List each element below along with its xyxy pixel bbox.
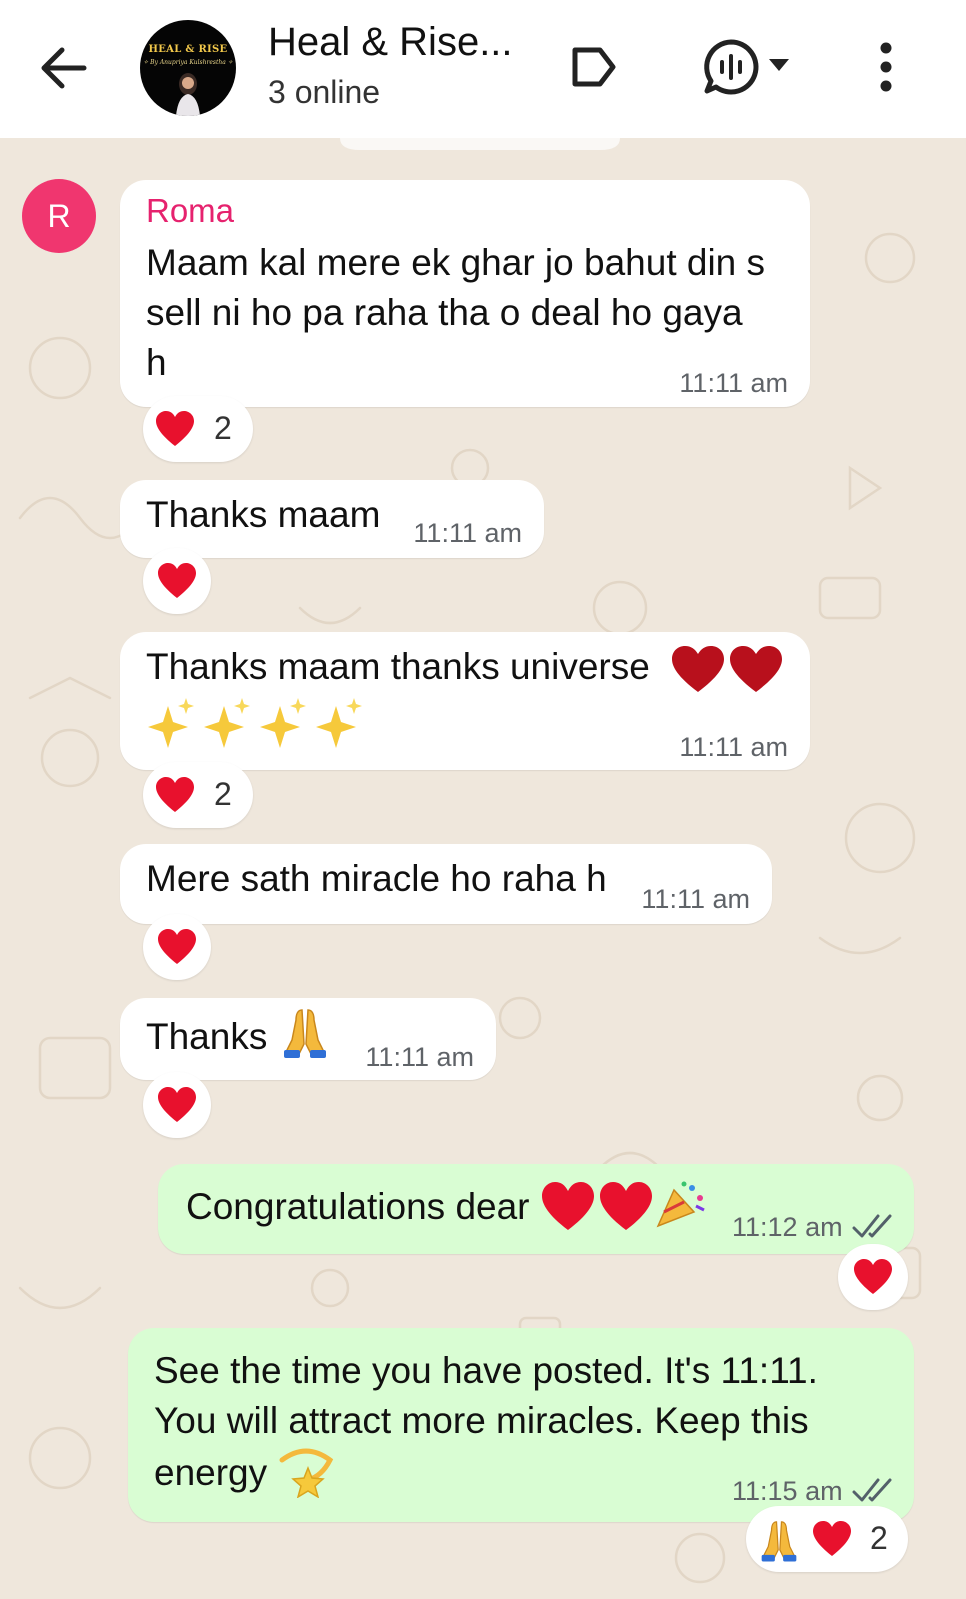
sender-avatar[interactable]: R (22, 179, 96, 253)
avatar-brand-text: HEAL & RISE (148, 44, 228, 55)
message-bubble[interactable]: Thanks maam thanks universe 11:11 am (120, 632, 810, 770)
folded-hands-emoji (761, 1521, 797, 1562)
heart-icon (158, 563, 196, 598)
dizzy-star-emoji (279, 1448, 334, 1498)
message-line: h (146, 342, 167, 383)
message-line: You will attract more miracles. Keep thi… (154, 1400, 809, 1441)
sender-name[interactable]: Roma (146, 192, 234, 230)
message-time: 11:11 am (679, 732, 788, 762)
back-arrow-icon[interactable] (34, 38, 94, 98)
double-check-icon (852, 1214, 892, 1238)
message-time: 11:11 am (679, 368, 788, 398)
message-text: Thanks (146, 1016, 268, 1057)
reaction-badge[interactable] (143, 1072, 211, 1138)
message-text: Thanks maam thanks universe (146, 646, 650, 687)
group-avatar[interactable]: HEAL & RISE ✧ By Anupriya Kulshrestha ✧ (140, 20, 236, 116)
reaction-badge[interactable]: 2 (143, 762, 253, 828)
heart-icon (156, 777, 194, 812)
message-time: 11:12 am (732, 1212, 843, 1242)
message-text: Mere sath miracle ho raha h (146, 858, 607, 899)
double-check-icon (852, 1478, 892, 1502)
heart-icon (158, 929, 196, 964)
heart-icon (156, 411, 194, 446)
message-bubble[interactable]: Thanks maam 11:11 am (120, 480, 544, 558)
message-text: Thanks maam (146, 494, 381, 535)
message-line: See the time you have posted. It's 11:11… (154, 1350, 818, 1391)
reaction-count: 2 (214, 410, 232, 446)
folded-hands-emoji (284, 1009, 326, 1058)
reaction-count: 2 (870, 1520, 888, 1556)
message-bubble[interactable]: Mere sath miracle ho raha h 11:11 am (120, 844, 772, 924)
more-vert-icon[interactable] (876, 42, 896, 92)
online-status: 3 online (268, 74, 381, 110)
person-silhouette-icon (176, 73, 200, 116)
avatar-tagline-text: ✧ By Anupriya Kulshrestha ✧ (143, 59, 233, 66)
reaction-badge[interactable] (838, 1244, 908, 1310)
reaction-count: 2 (214, 776, 232, 812)
message-line: Maam kal mere ek ghar jo bahut din s (146, 242, 766, 283)
dark-heart-emojis (672, 646, 782, 692)
reaction-badge[interactable]: 2 (143, 396, 253, 462)
hearts-and-party-emojis (542, 1181, 705, 1230)
message-bubble[interactable]: Thanks 11:11 am (120, 998, 496, 1080)
heart-icon (854, 1259, 892, 1294)
group-title[interactable]: Heal & Rise... (268, 20, 513, 65)
reaction-badge[interactable]: 2 (746, 1506, 908, 1572)
message-time: 11:15 am (732, 1476, 843, 1506)
message-bubble[interactable]: Roma Maam kal mere ek ghar jo bahut din … (120, 180, 810, 407)
reaction-badge[interactable] (143, 548, 211, 614)
dropdown-icon[interactable] (768, 58, 790, 72)
message-text: Congratulations dear (186, 1186, 530, 1227)
chat-header: HEAL & RISE ✧ By Anupriya Kulshrestha ✧ … (0, 0, 966, 138)
message-bubble-outgoing[interactable]: Congratulations dear 11:12 am (158, 1164, 914, 1254)
message-line: energy (154, 1452, 268, 1493)
reaction-badge[interactable] (143, 914, 211, 980)
label-icon[interactable] (570, 44, 618, 90)
heart-icon (813, 1521, 851, 1556)
sparkles-emojis (148, 698, 362, 748)
message-bubble-outgoing[interactable]: See the time you have posted. It's 11:11… (128, 1328, 914, 1522)
message-time: 11:11 am (641, 884, 750, 914)
voice-chat-icon[interactable] (702, 38, 760, 96)
chat-area[interactable]: R Roma Maam kal mere ek ghar jo bahut di… (0, 138, 966, 1599)
message-line: sell ni ho pa raha tha o deal ho gaya (146, 292, 743, 333)
heart-icon (158, 1087, 196, 1122)
message-time: 11:11 am (365, 1042, 474, 1072)
message-time: 11:11 am (413, 518, 522, 548)
